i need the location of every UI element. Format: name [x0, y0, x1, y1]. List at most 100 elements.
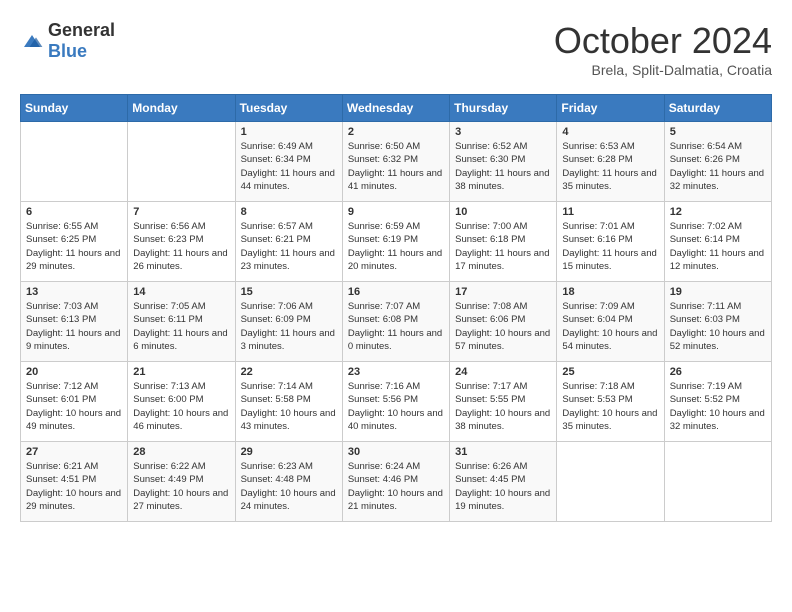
header-day-monday: Monday: [128, 95, 235, 122]
day-number: 28: [133, 446, 229, 458]
calendar-cell: 31 Sunrise: 6:26 AM Sunset: 4:45 PM Dayli…: [450, 442, 557, 522]
calendar-cell: 17 Sunrise: 7:08 AM Sunset: 6:06 PM Dayli…: [450, 282, 557, 362]
calendar-header: SundayMondayTuesdayWednesdayThursdayFrid…: [21, 95, 772, 122]
day-number: 9: [348, 206, 444, 218]
logo-icon: [20, 31, 44, 51]
calendar-cell: 7Sunrise: 6:56 AM Sunset: 6:23 PM Daylig…: [128, 202, 235, 282]
day-content: Sunrise: 6:59 AM Sunset: 6:19 PM Dayligh…: [348, 220, 444, 273]
calendar-cell: 5 Sunrise: 6:54 AM Sunset: 6:26 PM Daylig…: [664, 122, 771, 202]
calendar-cell: 21Sunrise: 7:13 AM Sunset: 6:00 PM Dayli…: [128, 362, 235, 442]
day-content: Sunrise: 7:07 AM Sunset: 6:08 PM Dayligh…: [348, 300, 444, 353]
calendar-cell: 14 Sunrise: 7:05 AM Sunset: 6:11 PM Dayli…: [128, 282, 235, 362]
calendar-cell: 28 Sunrise: 6:22 AM Sunset: 4:49 PM Dayli…: [128, 442, 235, 522]
day-content: Sunrise: 7:14 AM Sunset: 5:58 PM Dayligh…: [241, 380, 337, 433]
calendar-cell: 2 Sunrise: 6:50 AM Sunset: 6:32 PM Daylig…: [342, 122, 449, 202]
day-number: 31: [455, 446, 551, 458]
day-content: Sunrise: 6:23 AM Sunset: 4:48 PM Dayligh…: [241, 460, 337, 513]
day-number: 19: [670, 286, 766, 298]
day-content: Sunrise: 6:26 AM Sunset: 4:45 PM Dayligh…: [455, 460, 551, 513]
calendar-cell: 9 Sunrise: 6:59 AM Sunset: 6:19 PM Daylig…: [342, 202, 449, 282]
day-number: 11: [562, 206, 658, 218]
calendar-cell: 6Sunrise: 6:55 AM Sunset: 6:25 PM Daylig…: [21, 202, 128, 282]
calendar-cell: 18 Sunrise: 7:09 AM Sunset: 6:04 PM Dayli…: [557, 282, 664, 362]
logo-text: General Blue: [48, 20, 115, 62]
logo-blue: Blue: [48, 41, 87, 61]
day-content: Sunrise: 6:57 AM Sunset: 6:21 PM Dayligh…: [241, 220, 337, 273]
day-number: 2: [348, 126, 444, 138]
calendar-cell: 30 Sunrise: 6:24 AM Sunset: 4:46 PM Dayli…: [342, 442, 449, 522]
calendar-cell: [21, 122, 128, 202]
day-content: Sunrise: 6:52 AM Sunset: 6:30 PM Dayligh…: [455, 140, 551, 193]
day-number: 15: [241, 286, 337, 298]
day-content: Sunrise: 7:13 AM Sunset: 6:00 PM Dayligh…: [133, 380, 229, 433]
day-content: Sunrise: 7:05 AM Sunset: 6:11 PM Dayligh…: [133, 300, 229, 353]
day-number: 18: [562, 286, 658, 298]
calendar-cell: 29 Sunrise: 6:23 AM Sunset: 4:48 PM Dayli…: [235, 442, 342, 522]
day-number: 24: [455, 366, 551, 378]
week-row-1: 1Sunrise: 6:49 AM Sunset: 6:34 PM Daylig…: [21, 122, 772, 202]
day-content: Sunrise: 7:11 AM Sunset: 6:03 PM Dayligh…: [670, 300, 766, 353]
week-row-3: 13 Sunrise: 7:03 AM Sunset: 6:13 PM Dayli…: [21, 282, 772, 362]
calendar-cell: [557, 442, 664, 522]
day-number: 25: [562, 366, 658, 378]
day-content: Sunrise: 7:08 AM Sunset: 6:06 PM Dayligh…: [455, 300, 551, 353]
day-number: 29: [241, 446, 337, 458]
location-title: Brela, Split-Dalmatia, Croatia: [554, 62, 772, 78]
day-number: 23: [348, 366, 444, 378]
calendar-table: SundayMondayTuesdayWednesdayThursdayFrid…: [20, 94, 772, 522]
calendar-cell: 20Sunrise: 7:12 AM Sunset: 6:01 PM Dayli…: [21, 362, 128, 442]
day-number: 10: [455, 206, 551, 218]
header-row: SundayMondayTuesdayWednesdayThursdayFrid…: [21, 95, 772, 122]
calendar-cell: 8Sunrise: 6:57 AM Sunset: 6:21 PM Daylig…: [235, 202, 342, 282]
header-day-friday: Friday: [557, 95, 664, 122]
day-number: 30: [348, 446, 444, 458]
day-number: 12: [670, 206, 766, 218]
day-number: 3: [455, 126, 551, 138]
week-row-4: 20Sunrise: 7:12 AM Sunset: 6:01 PM Dayli…: [21, 362, 772, 442]
calendar-cell: 3 Sunrise: 6:52 AM Sunset: 6:30 PM Daylig…: [450, 122, 557, 202]
day-number: 17: [455, 286, 551, 298]
calendar-cell: 10 Sunrise: 7:00 AM Sunset: 6:18 PM Dayli…: [450, 202, 557, 282]
day-number: 20: [26, 366, 122, 378]
day-number: 6: [26, 206, 122, 218]
day-number: 22: [241, 366, 337, 378]
calendar-cell: 11Sunrise: 7:01 AM Sunset: 6:16 PM Dayli…: [557, 202, 664, 282]
header-day-tuesday: Tuesday: [235, 95, 342, 122]
day-number: 13: [26, 286, 122, 298]
day-content: Sunrise: 6:54 AM Sunset: 6:26 PM Dayligh…: [670, 140, 766, 193]
calendar-cell: 19 Sunrise: 7:11 AM Sunset: 6:03 PM Dayli…: [664, 282, 771, 362]
calendar-cell: 25 Sunrise: 7:18 AM Sunset: 5:53 PM Dayli…: [557, 362, 664, 442]
day-number: 5: [670, 126, 766, 138]
calendar-cell: 12Sunrise: 7:02 AM Sunset: 6:14 PM Dayli…: [664, 202, 771, 282]
month-title: October 2024: [554, 20, 772, 62]
day-content: Sunrise: 7:00 AM Sunset: 6:18 PM Dayligh…: [455, 220, 551, 273]
page-header: General Blue October 2024 Brela, Split-D…: [20, 20, 772, 78]
day-number: 1: [241, 126, 337, 138]
calendar-cell: 16 Sunrise: 7:07 AM Sunset: 6:08 PM Dayli…: [342, 282, 449, 362]
day-content: Sunrise: 7:19 AM Sunset: 5:52 PM Dayligh…: [670, 380, 766, 433]
day-content: Sunrise: 6:50 AM Sunset: 6:32 PM Dayligh…: [348, 140, 444, 193]
calendar-cell: 13 Sunrise: 7:03 AM Sunset: 6:13 PM Dayli…: [21, 282, 128, 362]
day-number: 16: [348, 286, 444, 298]
day-content: Sunrise: 6:56 AM Sunset: 6:23 PM Dayligh…: [133, 220, 229, 273]
day-content: Sunrise: 7:09 AM Sunset: 6:04 PM Dayligh…: [562, 300, 658, 353]
day-content: Sunrise: 6:53 AM Sunset: 6:28 PM Dayligh…: [562, 140, 658, 193]
week-row-2: 6Sunrise: 6:55 AM Sunset: 6:25 PM Daylig…: [21, 202, 772, 282]
calendar-body: 1Sunrise: 6:49 AM Sunset: 6:34 PM Daylig…: [21, 122, 772, 522]
calendar-cell: 27Sunrise: 6:21 AM Sunset: 4:51 PM Dayli…: [21, 442, 128, 522]
calendar-cell: 24 Sunrise: 7:17 AM Sunset: 5:55 PM Dayli…: [450, 362, 557, 442]
day-number: 14: [133, 286, 229, 298]
calendar-cell: 26 Sunrise: 7:19 AM Sunset: 5:52 PM Dayli…: [664, 362, 771, 442]
day-content: Sunrise: 6:21 AM Sunset: 4:51 PM Dayligh…: [26, 460, 122, 513]
header-day-thursday: Thursday: [450, 95, 557, 122]
header-day-wednesday: Wednesday: [342, 95, 449, 122]
day-content: Sunrise: 7:18 AM Sunset: 5:53 PM Dayligh…: [562, 380, 658, 433]
day-content: Sunrise: 7:03 AM Sunset: 6:13 PM Dayligh…: [26, 300, 122, 353]
day-content: Sunrise: 6:24 AM Sunset: 4:46 PM Dayligh…: [348, 460, 444, 513]
title-block: October 2024 Brela, Split-Dalmatia, Croa…: [554, 20, 772, 78]
day-number: 26: [670, 366, 766, 378]
day-content: Sunrise: 6:22 AM Sunset: 4:49 PM Dayligh…: [133, 460, 229, 513]
day-content: Sunrise: 7:17 AM Sunset: 5:55 PM Dayligh…: [455, 380, 551, 433]
calendar-cell: 15 Sunrise: 7:06 AM Sunset: 6:09 PM Dayli…: [235, 282, 342, 362]
day-content: Sunrise: 7:06 AM Sunset: 6:09 PM Dayligh…: [241, 300, 337, 353]
